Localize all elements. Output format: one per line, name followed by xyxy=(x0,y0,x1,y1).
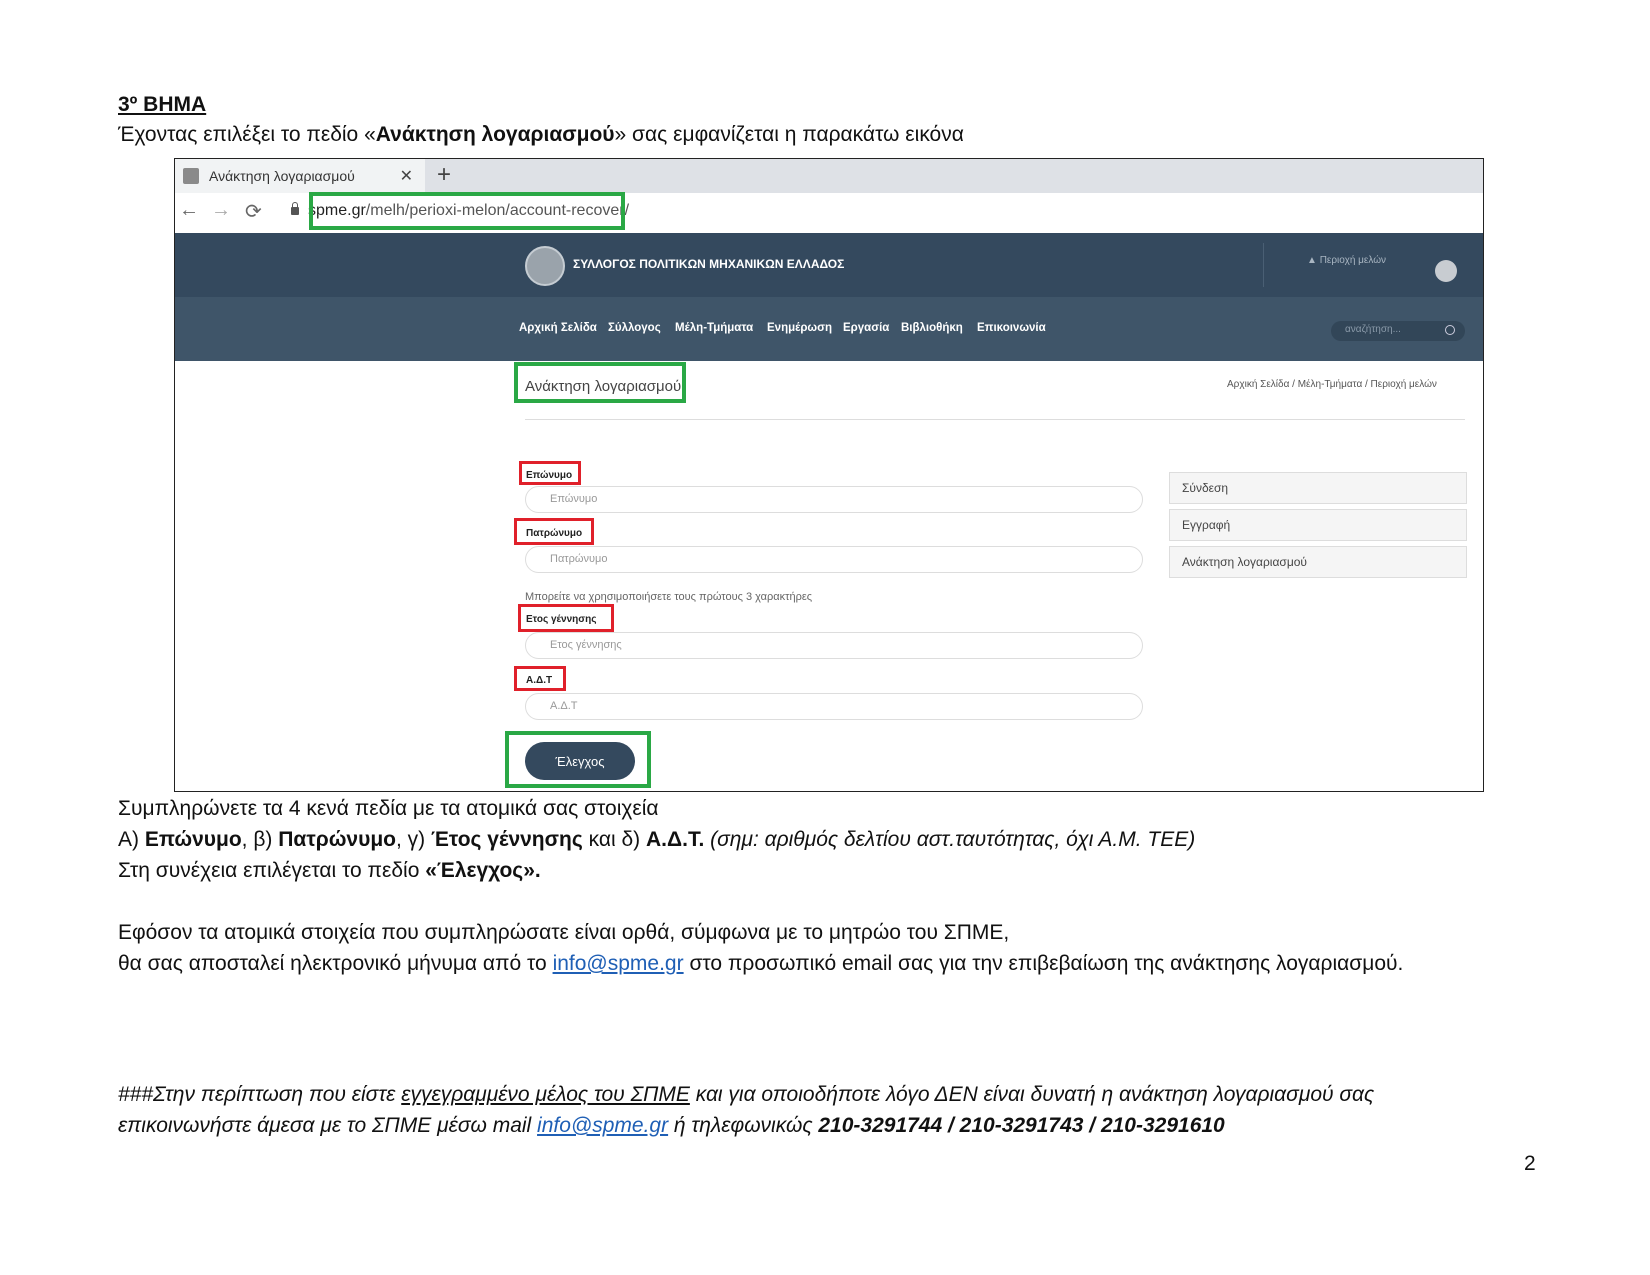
birth-input[interactable]: Ετος γέννησης xyxy=(525,632,1143,659)
avatar[interactable] xyxy=(1435,260,1457,282)
intro-text: Έχοντας επιλέξει το πεδίο «Ανάκτηση λογα… xyxy=(118,123,964,146)
father-highlight xyxy=(514,518,594,545)
email-link[interactable]: info@spme.gr xyxy=(553,952,684,975)
search-input[interactable]: αναζήτηση... xyxy=(1331,321,1465,341)
nav-item-news[interactable]: Ενημέρωση xyxy=(767,322,832,334)
search-icon[interactable] xyxy=(1445,325,1455,335)
favicon-icon xyxy=(183,168,199,184)
recovery-screenshot: Ανάκτηση λογαριασμού ✕ + ← → ⟳ spme.gr/m… xyxy=(174,158,1484,792)
nav-item-library[interactable]: Βιβλιοθήκη xyxy=(901,322,963,334)
browser-tab-bar: Ανάκτηση λογαριασμού ✕ + xyxy=(175,159,1483,193)
forward-icon[interactable]: → xyxy=(211,199,231,222)
surname-input[interactable]: Επώνυμο xyxy=(525,486,1143,513)
id-highlight xyxy=(514,666,566,691)
sidebar-item-register[interactable]: Εγγραφή xyxy=(1169,509,1467,541)
button-highlight xyxy=(505,731,651,788)
nav-item-association[interactable]: Σύλλογος xyxy=(608,322,661,334)
step-title: 3º ΒΗΜΑ xyxy=(118,93,207,116)
title-divider xyxy=(525,419,1465,420)
member-area-link[interactable]: ▲ Περιοχή μελών xyxy=(1307,255,1386,266)
breadcrumb[interactable]: Αρχική Σελίδα / Μέλη-Τμήματα / Περιοχή μ… xyxy=(1227,379,1437,390)
lock-icon xyxy=(291,202,299,215)
site-logo[interactable] xyxy=(525,246,565,286)
fill-instruction: Συμπληρώνετε τα 4 κενά πεδία με τα ατομι… xyxy=(118,797,659,820)
nav-item-contact[interactable]: Επικοινωνία xyxy=(977,322,1046,334)
footer-note-2: επικοινωνήστε άμεσα με το ΣΠΜΕ μέσω mail… xyxy=(118,1114,1225,1137)
back-icon[interactable]: ← xyxy=(179,199,199,222)
tab-title: Ανάκτηση λογαριασμού xyxy=(209,168,355,184)
reload-icon[interactable]: ⟳ xyxy=(245,199,262,224)
url-highlight xyxy=(309,192,625,230)
footer-note-1: ###Στην περίπτωση που είστε εγγεγραμμένο… xyxy=(118,1083,1375,1106)
father-hint: Μπορείτε να χρησιμοποιήσετε τους πρώτους… xyxy=(525,591,813,603)
site-name: ΣΥΛΛΟΓΟΣ ΠΟΛΙΤΙΚΩΝ ΜΗΧΑΝΙΚΩΝ ΕΛΛΑΔΟΣ xyxy=(573,257,845,271)
close-tab-icon[interactable]: ✕ xyxy=(400,166,413,186)
sidebar-item-recover[interactable]: Ανάκτηση λογαριασμού xyxy=(1169,546,1467,578)
site-nav: Αρχική Σελίδα Σύλλογος Μέλη-Τμήματα Ενημ… xyxy=(175,297,1483,361)
father-input[interactable]: Πατρώνυμο xyxy=(525,546,1143,573)
then-instruction: Στη συνέχεια επιλέγεται το πεδίο «Έλεγχο… xyxy=(118,859,541,882)
info-line-2: θα σας αποσταλεί ηλεκτρονικό μήνυμα από … xyxy=(118,952,1404,975)
nav-item-home[interactable]: Αρχική Σελίδα xyxy=(519,322,597,334)
info-line-1: Εφόσον τα ατομικά στοιχεία που συμπληρώσ… xyxy=(118,921,1010,944)
footer-email-link[interactable]: info@spme.gr xyxy=(537,1114,668,1137)
sidebar-item-login[interactable]: Σύνδεση xyxy=(1169,472,1467,504)
page-number: 2 xyxy=(1524,1152,1536,1175)
fields-instruction: Α) Επώνυμο, β) Πατρώνυμο, γ) Έτος γέννησ… xyxy=(118,828,1196,851)
title-highlight xyxy=(514,362,686,403)
birth-highlight xyxy=(518,604,614,632)
surname-highlight xyxy=(519,461,581,485)
new-tab-icon[interactable]: + xyxy=(437,161,451,189)
header-divider xyxy=(1263,243,1264,287)
nav-item-work[interactable]: Εργασία xyxy=(843,322,889,334)
nav-item-members[interactable]: Μέλη-Τμήματα xyxy=(675,322,753,334)
id-input[interactable]: Α.Δ.Τ xyxy=(525,693,1143,720)
site-header: ΣΥΛΛΟΓΟΣ ΠΟΛΙΤΙΚΩΝ ΜΗΧΑΝΙΚΩΝ ΕΛΛΑΔΟΣ ▲ Π… xyxy=(175,233,1483,297)
browser-tab[interactable]: Ανάκτηση λογαριασμού ✕ xyxy=(175,159,425,193)
